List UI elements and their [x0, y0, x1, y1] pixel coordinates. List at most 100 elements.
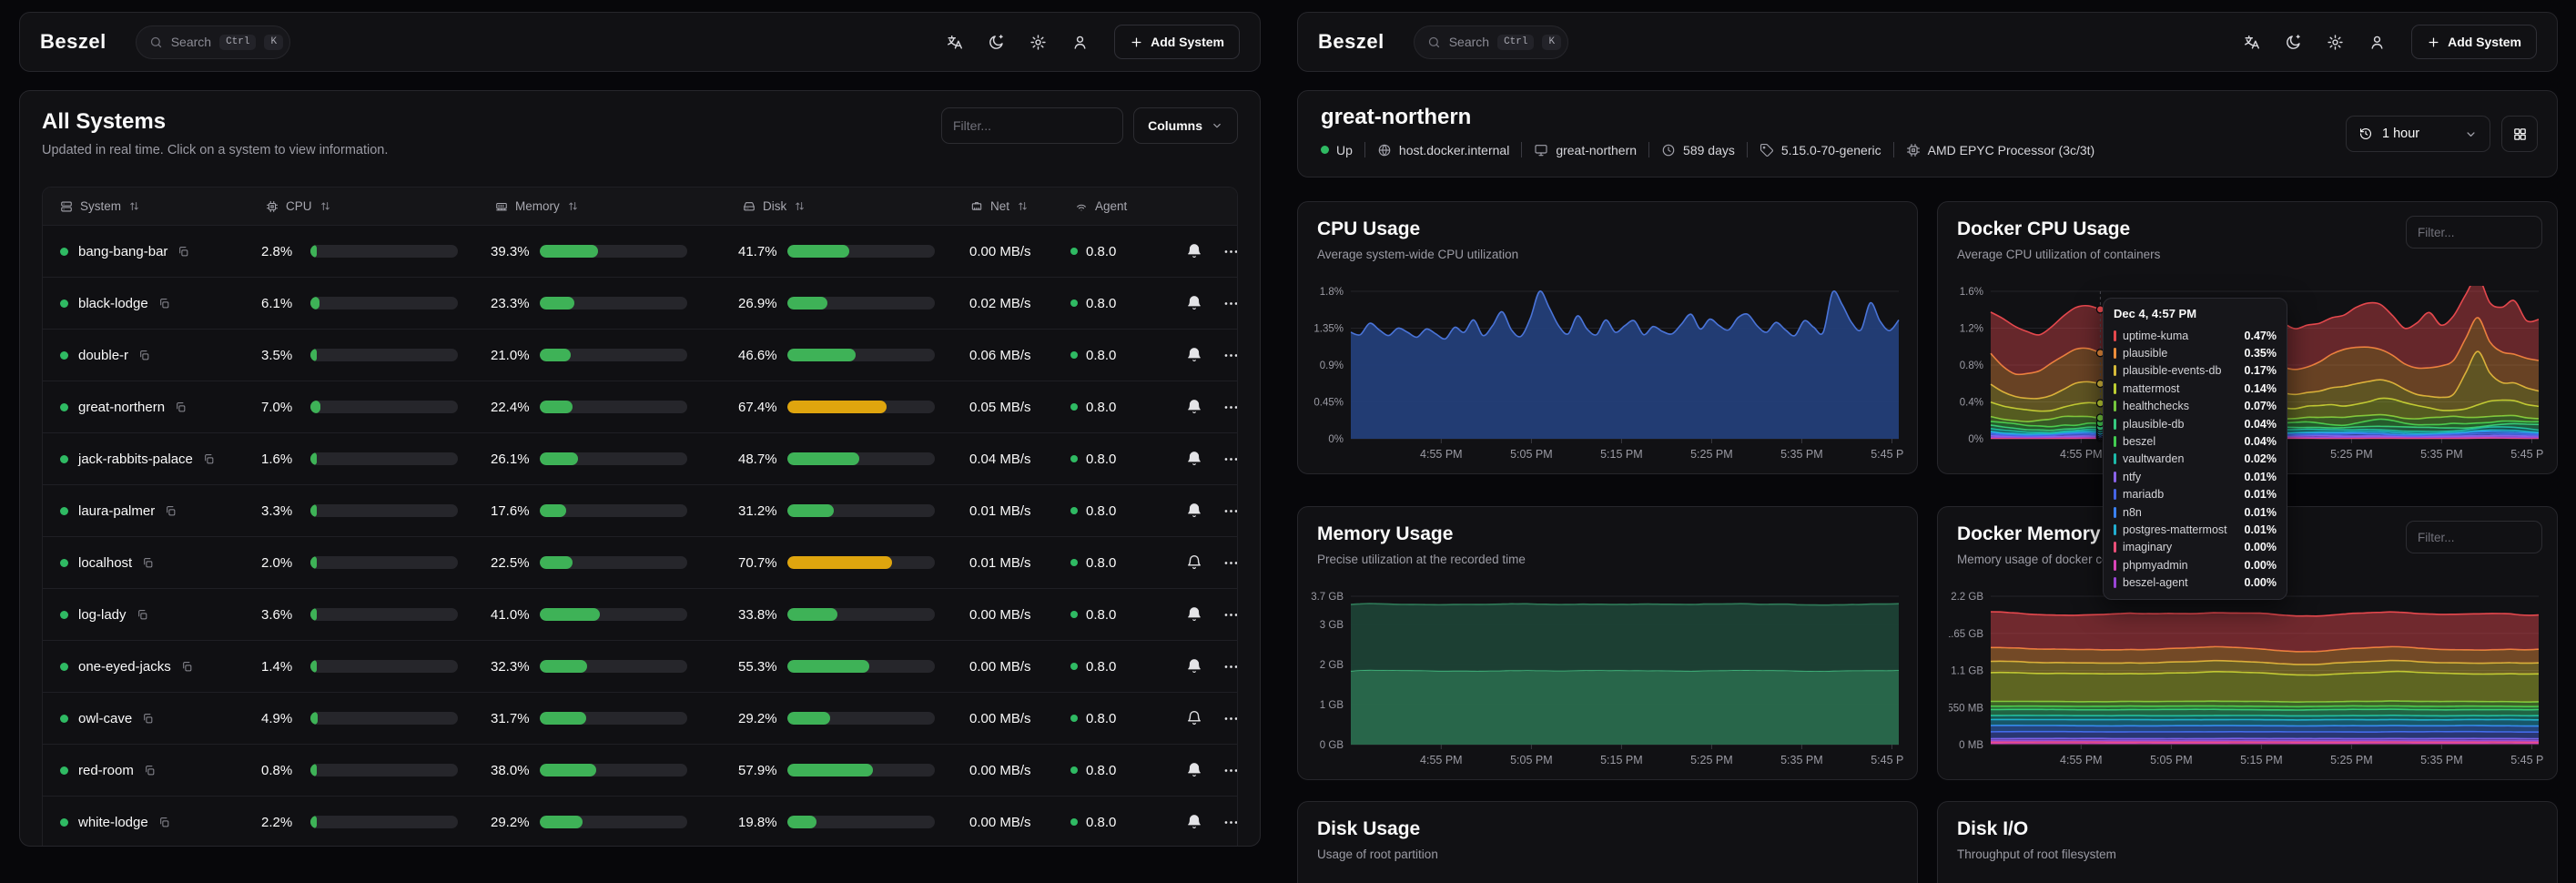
svg-text:2.2 GB: 2.2 GB — [1951, 592, 1983, 603]
columns-button[interactable]: Columns — [1133, 107, 1238, 144]
copy-button[interactable] — [177, 246, 189, 258]
alerts-button[interactable] — [1186, 606, 1202, 623]
sort-memory-button[interactable] — [567, 200, 579, 212]
row-menu-button[interactable] — [1222, 347, 1238, 364]
row-menu-button[interactable] — [1222, 243, 1238, 260]
system-cell: black-lodge — [43, 296, 261, 311]
copy-button[interactable] — [137, 609, 148, 621]
theme-toggle-button[interactable] — [988, 34, 1005, 51]
language-button[interactable] — [2243, 34, 2260, 51]
col-header-cpu[interactable]: CPU — [261, 199, 491, 213]
disk-cell: 48.7% — [738, 452, 966, 467]
docker-memory-filter-input[interactable] — [2406, 521, 2542, 553]
add-system-button[interactable]: Add System — [2411, 25, 2537, 59]
alerts-button[interactable] — [1186, 347, 1202, 363]
systems-filter-input[interactable] — [941, 107, 1123, 144]
search-input[interactable]: Search Ctrl K — [136, 25, 290, 59]
table-row[interactable]: log-lady 3.6% 41.0% 33.8% 0.00 MB/s 0.8.… — [43, 589, 1237, 641]
table-row[interactable]: bang-bang-bar 2.8% 39.3% 41.7% 0.00 MB/s… — [43, 226, 1237, 278]
time-range-select[interactable]: 1 hour — [2346, 116, 2490, 152]
copy-button[interactable] — [158, 817, 170, 828]
settings-button[interactable] — [2327, 34, 2344, 51]
table-row[interactable]: black-lodge 6.1% 23.3% 26.9% 0.02 MB/s 0… — [43, 278, 1237, 330]
meta-uptime: 589 days — [1661, 143, 1735, 157]
sort-cpu-button[interactable] — [319, 200, 331, 212]
theme-toggle-button[interactable] — [2285, 34, 2302, 51]
table-row[interactable]: one-eyed-jacks 1.4% 32.3% 55.3% 0.00 MB/… — [43, 641, 1237, 693]
row-menu-button[interactable] — [1222, 295, 1238, 312]
tooltip-row: n8n0.01% — [2114, 503, 2277, 521]
sort-net-button[interactable] — [1017, 200, 1029, 212]
col-header-net[interactable]: Net — [966, 199, 1070, 213]
col-header-memory[interactable]: Memory — [491, 199, 738, 213]
table-row[interactable]: white-lodge 2.2% 29.2% 19.8% 0.00 MB/s 0… — [43, 797, 1237, 846]
system-cell: laura-palmer — [43, 503, 261, 519]
alerts-button[interactable] — [1186, 554, 1202, 571]
row-menu-button[interactable] — [1222, 762, 1238, 779]
row-menu-button[interactable] — [1222, 710, 1238, 727]
copy-button[interactable] — [203, 453, 215, 465]
docker-memory-usage-chart[interactable]: 2.2 GB1.65 GB1.1 GB550 MB0 MB4:55 PM5:05… — [1949, 591, 2544, 772]
alerts-button[interactable] — [1186, 399, 1202, 415]
copy-button[interactable] — [142, 713, 154, 725]
sort-system-button[interactable] — [128, 200, 140, 212]
layout-grid-button[interactable] — [2501, 116, 2538, 152]
col-header-agent[interactable]: Agent — [1070, 199, 1177, 213]
col-header-disk[interactable]: Disk — [738, 199, 966, 213]
alerts-button[interactable] — [1186, 295, 1202, 311]
alerts-button[interactable] — [1186, 658, 1202, 675]
table-row[interactable]: red-room 0.8% 38.0% 57.9% 0.00 MB/s 0.8.… — [43, 745, 1237, 797]
grid-icon — [2512, 127, 2528, 142]
copy-button[interactable] — [138, 350, 150, 361]
table-row[interactable]: localhost 2.0% 22.5% 70.7% 0.01 MB/s 0.8… — [43, 537, 1237, 589]
row-menu-button[interactable] — [1222, 399, 1238, 416]
alerts-button[interactable] — [1186, 814, 1202, 830]
copy-button[interactable] — [142, 557, 154, 569]
svg-text:5:25 PM: 5:25 PM — [1690, 754, 1733, 766]
memory-cell: 22.5% — [491, 555, 738, 571]
languages-icon — [946, 34, 963, 51]
docker-cpu-filter-input[interactable] — [2406, 216, 2542, 249]
row-menu-button[interactable] — [1222, 554, 1238, 572]
system-name: double-r — [78, 348, 128, 363]
table-row[interactable]: laura-palmer 3.3% 17.6% 31.2% 0.01 MB/s … — [43, 485, 1237, 537]
copy-button[interactable] — [165, 505, 177, 517]
cpu-usage-chart[interactable]: 1.8%1.35%0.9%0.45%0%4:55 PM5:05 PM5:15 P… — [1309, 286, 1904, 466]
row-menu-button[interactable] — [1222, 814, 1238, 831]
user-menu-button[interactable] — [2368, 34, 2386, 51]
search-input[interactable]: Search Ctrl K — [1414, 25, 1568, 59]
table-row[interactable]: jack-rabbits-palace 1.6% 26.1% 48.7% 0.0… — [43, 433, 1237, 485]
alerts-button[interactable] — [1186, 710, 1202, 726]
copy-button[interactable] — [144, 765, 156, 776]
add-system-button[interactable]: Add System — [1114, 25, 1240, 59]
memory-usage-chart[interactable]: 3.7 GB3 GB2 GB1 GB0 GB4:55 PM5:05 PM5:15… — [1309, 591, 1904, 772]
net-cell: 0.04 MB/s — [966, 452, 1070, 467]
alerts-button[interactable] — [1186, 502, 1202, 519]
copy-icon — [203, 453, 215, 465]
alerts-button[interactable] — [1186, 762, 1202, 778]
col-header-system[interactable]: System — [43, 199, 261, 213]
row-menu-button[interactable] — [1222, 606, 1238, 624]
row-menu-button[interactable] — [1222, 502, 1238, 520]
table-row[interactable]: great-northern 7.0% 22.4% 67.4% 0.05 MB/… — [43, 381, 1237, 433]
memory-cell: 17.6% — [491, 503, 738, 519]
user-menu-button[interactable] — [1071, 34, 1089, 51]
memory-cell: 23.3% — [491, 296, 738, 311]
memory-meter — [540, 349, 687, 361]
settings-button[interactable] — [1029, 34, 1047, 51]
copy-button[interactable] — [181, 661, 193, 673]
row-menu-button[interactable] — [1222, 451, 1238, 468]
table-row[interactable]: double-r 3.5% 21.0% 46.6% 0.06 MB/s 0.8.… — [43, 330, 1237, 381]
svg-text:0 MB: 0 MB — [1959, 740, 1983, 751]
copy-button[interactable] — [158, 298, 170, 310]
language-button[interactable] — [946, 34, 963, 51]
alerts-button[interactable] — [1186, 451, 1202, 467]
tooltip-row: vaultwarden0.02% — [2114, 451, 2277, 468]
tooltip-row: beszel0.04% — [2114, 432, 2277, 450]
copy-button[interactable] — [175, 401, 187, 413]
alerts-button[interactable] — [1186, 243, 1202, 259]
table-row[interactable]: owl-cave 4.9% 31.7% 29.2% 0.00 MB/s 0.8.… — [43, 693, 1237, 745]
row-menu-button[interactable] — [1222, 658, 1238, 675]
sort-disk-button[interactable] — [794, 200, 806, 212]
svg-text:0%: 0% — [1328, 434, 1344, 445]
